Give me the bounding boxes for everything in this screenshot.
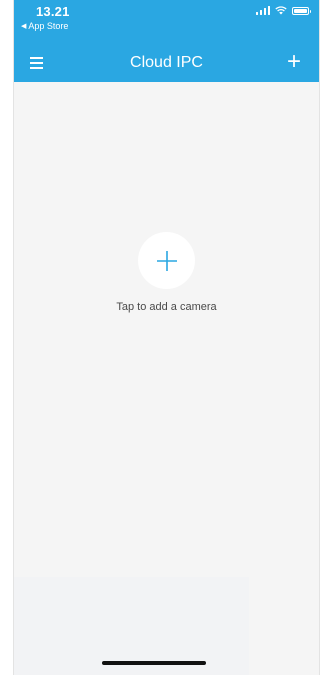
add-camera-button[interactable] (138, 232, 195, 289)
screen: 13.21 ◀ App Store Cloud IPC + Tap to add… (0, 0, 331, 675)
plus-icon (156, 250, 177, 271)
status-bar: 13.21 ◀ App Store (14, 0, 319, 44)
back-triangle-icon: ◀ (21, 23, 27, 30)
signal-icon (255, 6, 270, 15)
app-window: 13.21 ◀ App Store Cloud IPC + Tap to add… (13, 0, 320, 675)
add-camera-label: Tap to add a camera (116, 301, 217, 313)
status-icons (255, 6, 311, 15)
plus-icon[interactable]: + (283, 50, 305, 74)
status-time: 13.21 (36, 4, 70, 19)
battery-icon (292, 6, 311, 15)
page-title: Cloud IPC (130, 54, 203, 71)
nav-bar: Cloud IPC + (14, 44, 319, 82)
camera-list-area: Tap to add a camera (14, 82, 319, 675)
add-camera-empty-state: Tap to add a camera (14, 232, 319, 313)
back-to-app-link[interactable]: ◀ App Store (21, 21, 68, 31)
wifi-icon (275, 6, 287, 15)
home-indicator[interactable] (102, 661, 206, 665)
back-app-label: App Store (28, 21, 69, 31)
